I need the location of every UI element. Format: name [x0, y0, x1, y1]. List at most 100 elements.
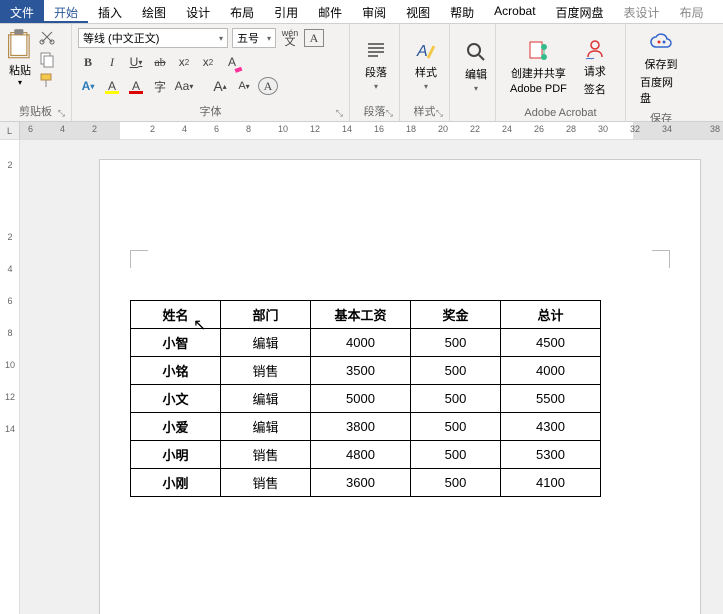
menu-review[interactable]: 审阅: [352, 0, 396, 23]
menu-view[interactable]: 视图: [396, 0, 440, 23]
table-cell[interactable]: 500: [411, 329, 501, 357]
font-color-button[interactable]: A: [126, 76, 146, 96]
bold-button[interactable]: B: [78, 52, 98, 72]
table-cell[interactable]: 小刚: [131, 469, 221, 497]
table-cell[interactable]: 3500: [311, 357, 411, 385]
horizontal-ruler[interactable]: L 64224681012141618202224262830323438: [0, 122, 723, 140]
vertical-ruler[interactable]: 22468101214: [0, 140, 20, 614]
table-cell[interactable]: 500: [411, 413, 501, 441]
table-cell[interactable]: 销售: [221, 469, 311, 497]
table-cell[interactable]: 小明: [131, 441, 221, 469]
table-header[interactable]: 姓名: [131, 301, 221, 329]
clipboard-launcher-icon[interactable]: ⤡: [58, 108, 65, 119]
paragraph-launcher-icon[interactable]: ⤡: [386, 108, 393, 119]
char-shading-button[interactable]: 字: [150, 76, 170, 96]
clear-formatting-button[interactable]: A: [222, 52, 242, 72]
format-painter-icon[interactable]: [38, 72, 56, 90]
menu-netdisk[interactable]: 百度网盘: [546, 0, 614, 23]
enclose-char-button[interactable]: A: [258, 77, 278, 95]
table-cell[interactable]: 5500: [501, 385, 601, 413]
styles-launcher-icon[interactable]: ⤡: [436, 108, 443, 119]
menu-help[interactable]: 帮助: [440, 0, 484, 23]
table-cell[interactable]: 500: [411, 441, 501, 469]
table-cell[interactable]: 4500: [501, 329, 601, 357]
copy-icon[interactable]: [38, 50, 56, 68]
table-cell[interactable]: 4800: [311, 441, 411, 469]
table-row[interactable]: 小明销售48005005300: [131, 441, 601, 469]
ruler-mark: 4: [182, 124, 187, 134]
table-row[interactable]: 小智编辑40005004500: [131, 329, 601, 357]
superscript-button[interactable]: x2: [198, 52, 218, 72]
text-effects-button[interactable]: A▾: [78, 76, 98, 96]
subscript-button[interactable]: x2: [174, 52, 194, 72]
table-row[interactable]: 小文编辑50005005500: [131, 385, 601, 413]
document-area[interactable]: ↖ 姓名部门基本工资奖金总计 小智编辑40005004500小铭销售350050…: [20, 140, 723, 614]
table-cell[interactable]: 小铭: [131, 357, 221, 385]
editing-button[interactable]: 编辑▾: [456, 28, 496, 105]
underline-button[interactable]: U▾: [126, 52, 146, 72]
table-cell[interactable]: 编辑: [221, 385, 311, 413]
phonetic-guide-button[interactable]: wén文: [280, 28, 300, 48]
highlight-button[interactable]: A: [102, 76, 122, 96]
menu-file[interactable]: 文件: [0, 0, 44, 23]
table-cell[interactable]: 500: [411, 385, 501, 413]
strikethrough-button[interactable]: ab: [150, 52, 170, 72]
table-cell[interactable]: 3800: [311, 413, 411, 441]
table-cell[interactable]: 500: [411, 357, 501, 385]
menu-table-design[interactable]: 表设计: [614, 0, 670, 23]
menu-design[interactable]: 设计: [176, 0, 220, 23]
table-cell[interactable]: 5000: [311, 385, 411, 413]
menu-acrobat[interactable]: Acrobat: [484, 0, 545, 23]
menu-home[interactable]: 开始: [44, 0, 88, 23]
table-cell[interactable]: 小智: [131, 329, 221, 357]
tab-selector-button[interactable]: L: [0, 122, 20, 139]
table-header[interactable]: 总计: [501, 301, 601, 329]
table-row[interactable]: 小铭销售35005004000: [131, 357, 601, 385]
font-size-select[interactable]: 五号▾: [232, 28, 276, 48]
table-cell[interactable]: 4000: [311, 329, 411, 357]
group-save: 保存到 百度网盘 保存: [626, 24, 696, 121]
table-cell[interactable]: 4100: [501, 469, 601, 497]
table-row[interactable]: 小爱编辑38005004300: [131, 413, 601, 441]
data-table[interactable]: 姓名部门基本工资奖金总计 小智编辑40005004500小铭销售35005004…: [130, 300, 601, 497]
request-signature-button[interactable]: 请求 签名: [575, 28, 615, 105]
svg-text:A: A: [416, 43, 428, 60]
menu-references[interactable]: 引用: [264, 0, 308, 23]
table-row[interactable]: 小刚销售36005004100: [131, 469, 601, 497]
char-border-button[interactable]: A: [304, 29, 324, 47]
save-netdisk-button[interactable]: 保存到 百度网盘: [632, 28, 690, 108]
menu-insert[interactable]: 插入: [88, 0, 132, 23]
table-header[interactable]: 奖金: [411, 301, 501, 329]
table-cell[interactable]: 500: [411, 469, 501, 497]
table-cell[interactable]: 销售: [221, 357, 311, 385]
table-cell[interactable]: 5300: [501, 441, 601, 469]
page: ↖ 姓名部门基本工资奖金总计 小智编辑40005004500小铭销售350050…: [100, 160, 700, 614]
shrink-font-button[interactable]: A▾: [234, 76, 254, 96]
table-header[interactable]: 部门: [221, 301, 311, 329]
menu-layout[interactable]: 布局: [220, 0, 264, 23]
change-case-button[interactable]: Aa▾: [174, 76, 194, 96]
styles-button[interactable]: A 样式▾: [406, 28, 446, 101]
menu-mailings[interactable]: 邮件: [308, 0, 352, 23]
table-cell[interactable]: 编辑: [221, 413, 311, 441]
table-cell[interactable]: 编辑: [221, 329, 311, 357]
italic-button[interactable]: I: [102, 52, 122, 72]
table-cell[interactable]: 小爱: [131, 413, 221, 441]
paste-button[interactable]: 粘贴 ▾: [6, 28, 34, 101]
paragraph-button[interactable]: 段落▾: [356, 28, 396, 101]
table-cell[interactable]: 4300: [501, 413, 601, 441]
table-cell[interactable]: 3600: [311, 469, 411, 497]
table-cell[interactable]: 4000: [501, 357, 601, 385]
menu-table-layout[interactable]: 布局: [670, 0, 714, 23]
menu-draw[interactable]: 绘图: [132, 0, 176, 23]
cut-icon[interactable]: [38, 28, 56, 46]
table-header[interactable]: 基本工资: [311, 301, 411, 329]
ruler-mark: 32: [630, 124, 640, 134]
font-launcher-icon[interactable]: ⤡: [336, 108, 343, 119]
table-cell[interactable]: 销售: [221, 441, 311, 469]
create-share-pdf-button[interactable]: 创建并共享 Adobe PDF: [502, 28, 575, 105]
group-paragraph: 段落▾ 段落⤡: [350, 24, 400, 121]
font-family-select[interactable]: 等线 (中文正文)▾: [78, 28, 228, 48]
grow-font-button[interactable]: A▴: [210, 76, 230, 96]
table-cell[interactable]: 小文: [131, 385, 221, 413]
